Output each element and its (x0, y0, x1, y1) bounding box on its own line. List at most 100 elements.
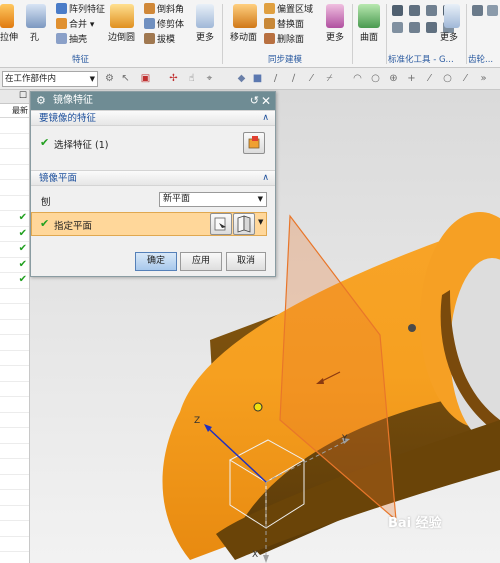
more-features-icon[interactable] (196, 4, 214, 28)
navigator-row[interactable] (0, 165, 29, 180)
line-icon[interactable]: / (270, 73, 281, 84)
navigator-row[interactable] (0, 490, 29, 506)
more-features-button[interactable]: 更多 (196, 30, 214, 43)
navigator-row[interactable] (0, 413, 29, 428)
dialog-titlebar[interactable]: ⚙ 镜像特征 ↺ ✕ (31, 92, 275, 110)
quadrant-icon[interactable]: ⊕ (388, 73, 399, 84)
replace-face-button[interactable]: 替换面 (264, 17, 304, 30)
snap-icon[interactable]: ⚙ (104, 73, 115, 84)
extrude-button[interactable]: 拉伸 (0, 30, 18, 43)
apply-button[interactable]: 应用 (180, 252, 222, 271)
shell-button[interactable]: 抽壳 (56, 32, 87, 45)
cancel-button[interactable]: 取消 (226, 252, 266, 271)
plane-method-dropdown[interactable]: 新平面 ▼ (159, 192, 267, 207)
navigator-row[interactable] (0, 397, 29, 413)
gear-icon[interactable]: ⚙ (36, 92, 46, 110)
existing-point-icon[interactable]: ○ (442, 73, 453, 84)
std-tool-icon[interactable] (409, 5, 420, 16)
overflow-icon[interactable]: » (478, 73, 489, 84)
navigator-row[interactable] (0, 537, 29, 552)
point-icon[interactable]: ⌖ (204, 73, 215, 84)
select-cursor-icon[interactable]: ↖ (120, 73, 131, 84)
more-snap-icon[interactable]: ⁄ (460, 73, 471, 84)
select-feature-button[interactable] (243, 132, 265, 154)
std-tool-icon[interactable] (392, 22, 403, 33)
close-icon[interactable]: ✕ (261, 92, 271, 110)
more-sync-icon[interactable] (326, 4, 344, 28)
navigator-row[interactable]: ✔ (0, 258, 29, 273)
navigator-row[interactable] (0, 118, 29, 134)
navigator-row[interactable] (0, 382, 29, 397)
navigator-row[interactable] (0, 289, 29, 304)
reset-icon[interactable]: ↺ (250, 92, 259, 110)
selection-scope-dropdown[interactable]: 在工作部件内 ▼ (2, 71, 98, 87)
navigator-row[interactable] (0, 506, 29, 521)
more-std-button[interactable]: 更多 (440, 30, 458, 43)
navigator-row[interactable]: ✔ (0, 273, 29, 289)
navigator-row[interactable] (0, 428, 29, 444)
ok-button[interactable]: 确定 (135, 252, 177, 271)
select-feature-icon[interactable]: ✢ (168, 73, 179, 84)
navigator-row[interactable] (0, 304, 29, 320)
face-icon[interactable]: ■ (252, 73, 263, 84)
surface-icon[interactable] (358, 4, 380, 28)
plane-options-chevron-icon[interactable]: ▼ (258, 218, 263, 226)
tangent-icon[interactable]: ⁄ (424, 73, 435, 84)
navigator-row[interactable] (0, 335, 29, 351)
navigator-row[interactable]: ✔ (0, 227, 29, 242)
more-sync-button[interactable]: 更多 (326, 30, 344, 43)
intersection-icon[interactable]: + (406, 73, 417, 84)
line-icon[interactable]: ∕ (288, 73, 299, 84)
hand-icon[interactable]: ☝ (186, 73, 197, 84)
std-tool-icon[interactable] (426, 5, 437, 16)
navigator-row[interactable]: ✔ (0, 211, 29, 227)
navigator-row[interactable] (0, 196, 29, 211)
select-feature-row[interactable]: ✔ 选择特征 (1) (31, 128, 277, 158)
surface-button[interactable]: 曲面 (360, 30, 378, 43)
collapse-icon[interactable]: ∧ (262, 111, 269, 126)
navigator-row[interactable]: ✔ (0, 242, 29, 258)
navigator-header[interactable]: ☐ (0, 90, 29, 104)
std-tool-icon[interactable] (409, 22, 420, 33)
midpoint-icon[interactable]: ⌿ (324, 73, 335, 84)
plane-handle-point[interactable] (408, 324, 416, 332)
edge-blend-icon[interactable] (110, 4, 134, 28)
offset-region-button[interactable]: 偏置区域 (264, 2, 313, 15)
hole-icon[interactable] (26, 4, 46, 28)
solid-body-icon[interactable]: ◆ (236, 73, 247, 84)
select-box-icon[interactable]: ▣ (140, 73, 151, 84)
navigator-row[interactable] (0, 320, 29, 335)
edge-blend-button[interactable]: 边倒圆 (108, 30, 135, 43)
draft-button[interactable]: 拔模 (144, 32, 175, 45)
line-icon[interactable]: ⁄ (306, 73, 317, 84)
navigator-row[interactable] (0, 366, 29, 382)
delete-face-button[interactable]: 删除面 (264, 32, 304, 45)
gear-tool-icon[interactable] (472, 5, 483, 16)
section-header-features[interactable]: 要镜像的特征 ∧ (31, 110, 275, 126)
section-header-mirror-plane[interactable]: 镜像平面 ∧ (31, 170, 275, 186)
navigator-row[interactable] (0, 134, 29, 149)
navigator-row[interactable] (0, 521, 29, 537)
navigator-row[interactable] (0, 459, 29, 475)
combine-button[interactable]: 合并 ▾ (56, 17, 94, 30)
std-tool-icon[interactable] (426, 22, 437, 33)
arc-center-icon[interactable]: ◠ (352, 73, 363, 84)
move-face-button[interactable]: 移动面 (230, 30, 257, 43)
hole-button[interactable]: 孔 (30, 30, 39, 43)
feature-origin-point[interactable] (253, 402, 263, 412)
pattern-feature-button[interactable]: 阵列特征 (56, 2, 105, 15)
collapse-icon[interactable]: ∧ (262, 171, 269, 186)
chamfer-button[interactable]: 倒斜角 (144, 2, 184, 15)
circle-icon[interactable]: ○ (370, 73, 381, 84)
navigator-row[interactable] (0, 475, 29, 490)
more-std-icon[interactable] (444, 4, 460, 28)
move-face-icon[interactable] (233, 4, 257, 28)
std-tool-icon[interactable] (392, 5, 403, 16)
extrude-icon[interactable] (0, 4, 14, 28)
trim-body-button[interactable]: 修剪体 (144, 17, 184, 30)
specify-plane-row[interactable]: ✔ 指定平面 ▼ (31, 212, 267, 236)
navigator-row[interactable] (0, 180, 29, 196)
navigator-row[interactable] (0, 444, 29, 459)
navigator-row[interactable] (0, 149, 29, 165)
plane-dialog-button[interactable] (210, 213, 232, 235)
